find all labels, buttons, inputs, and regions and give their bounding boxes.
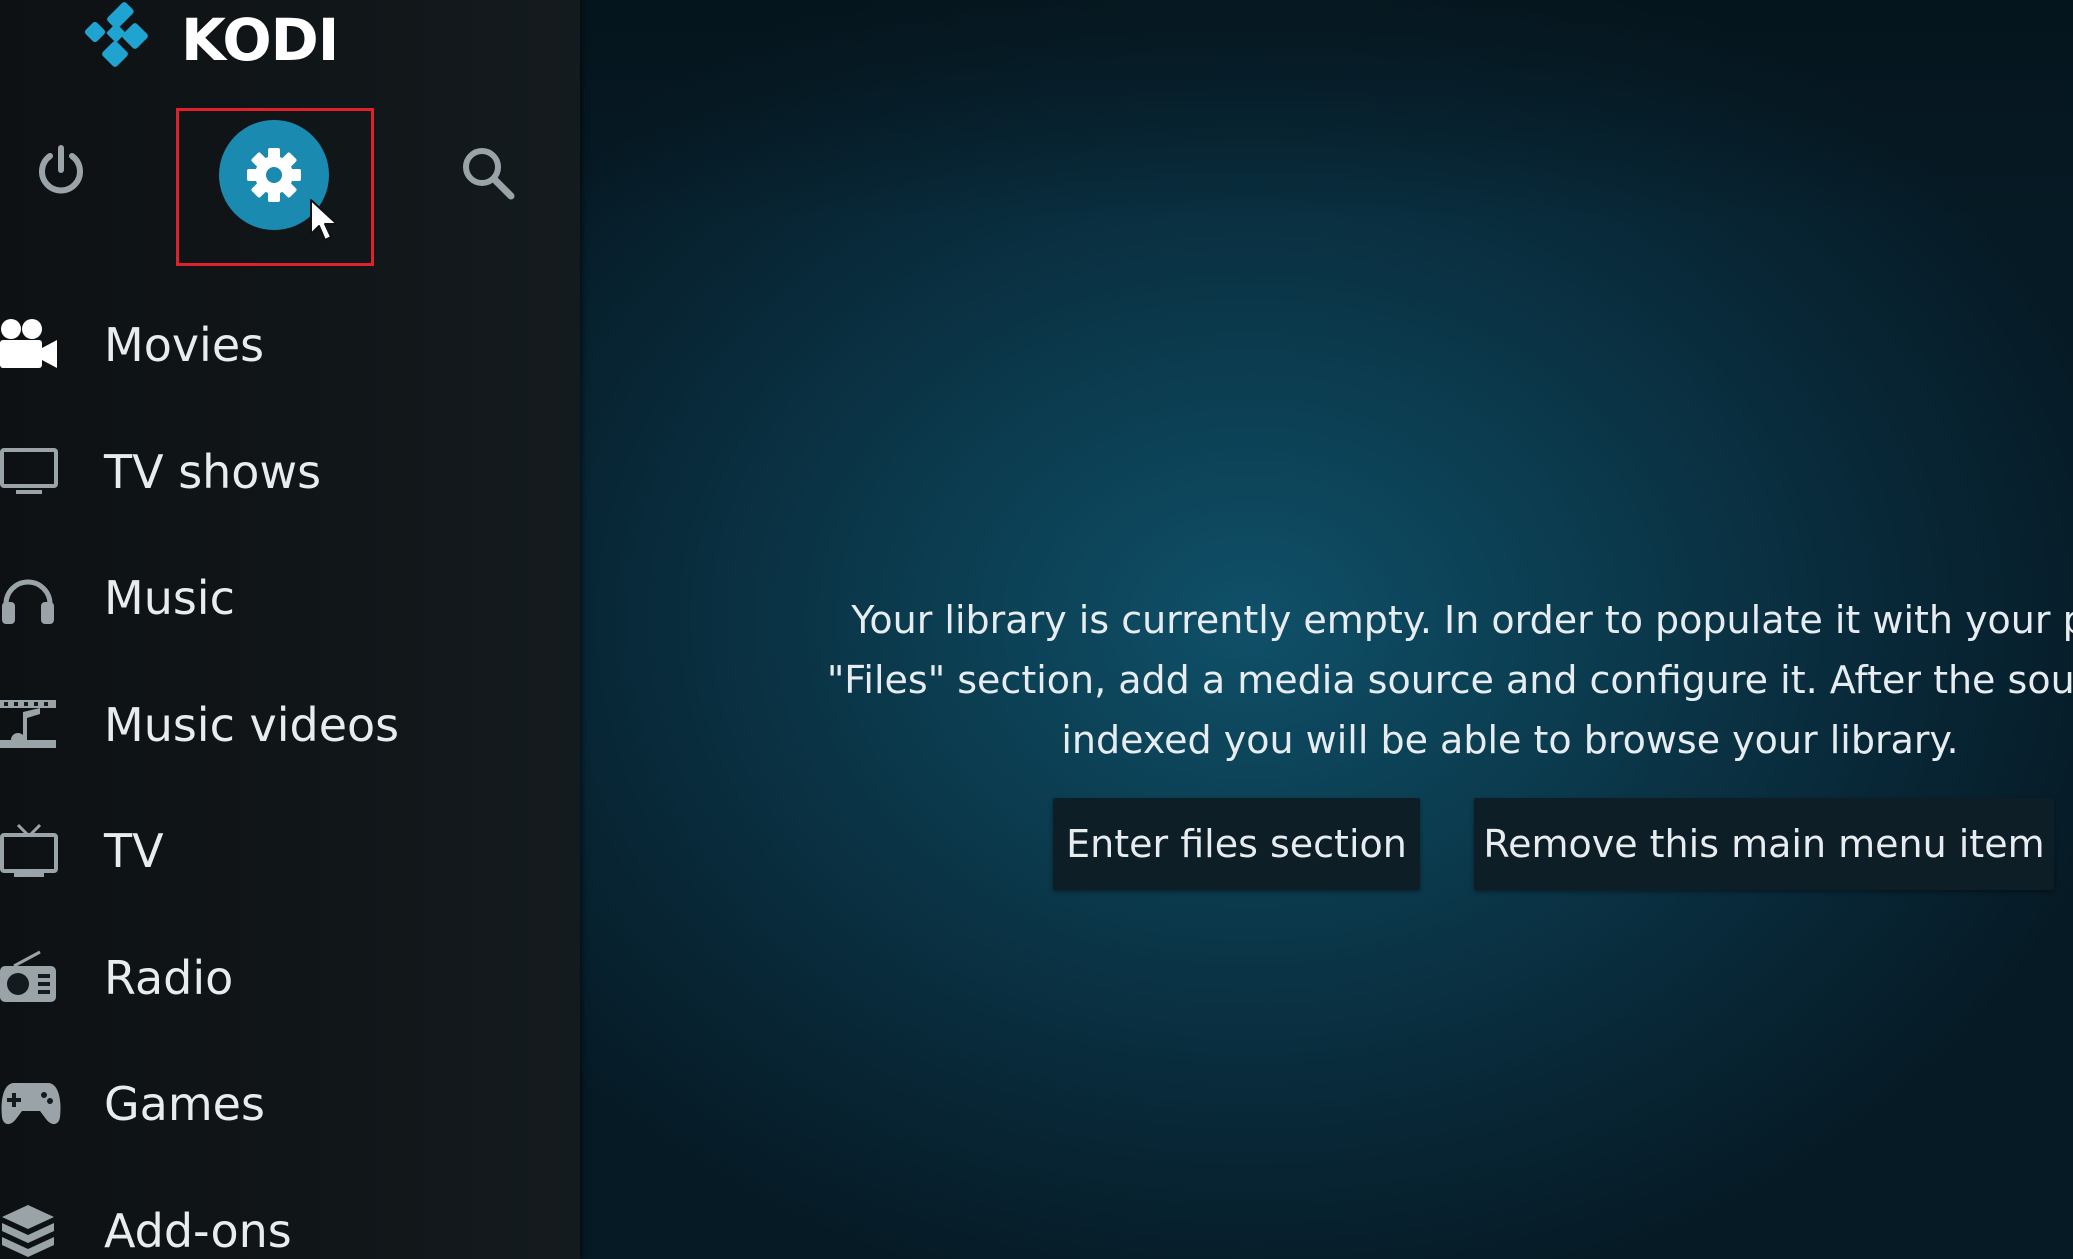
- menu-item-label: Games: [104, 1077, 265, 1132]
- headphones-icon: [0, 566, 64, 630]
- menu-item-label: Add-ons: [104, 1203, 292, 1258]
- menu-item-label: Music videos: [104, 697, 400, 752]
- menu-item-games[interactable]: Games: [0, 1041, 580, 1168]
- menu-item-label: Music: [104, 571, 235, 626]
- kodi-logo: KODI: [83, 0, 339, 78]
- search-icon: [463, 148, 515, 200]
- kodi-home-screen: KODI Movies TV shows Music Music videos …: [0, 0, 2073, 1259]
- sidebar: KODI Movies TV shows Music Music videos …: [0, 0, 580, 1259]
- settings-highlight-box: [176, 108, 374, 266]
- menu-item-tv[interactable]: TV: [0, 788, 580, 915]
- gamepad-icon: [0, 1072, 64, 1136]
- menu-item-tv-shows[interactable]: TV shows: [0, 409, 580, 536]
- menu-item-label: TV: [104, 824, 164, 879]
- radio-icon: [0, 946, 64, 1010]
- kodi-logo-icon: [84, 2, 148, 67]
- addons-box-icon: [0, 1199, 64, 1259]
- tv-monitor-icon: [0, 440, 64, 504]
- menu-item-label: TV shows: [104, 444, 322, 499]
- menu-item-music-videos[interactable]: Music videos: [0, 662, 580, 789]
- menu-item-music[interactable]: Music: [0, 535, 580, 662]
- menu-item-movies[interactable]: Movies: [0, 282, 580, 409]
- main-menu: Movies TV shows Music Music videos TV Ra…: [0, 282, 580, 1259]
- music-video-icon: [0, 693, 64, 757]
- power-icon: [39, 145, 83, 194]
- menu-item-radio[interactable]: Radio: [0, 915, 580, 1042]
- search-button[interactable]: [457, 142, 519, 204]
- mouse-cursor-icon: [309, 198, 343, 248]
- tv-antenna-icon: [0, 819, 64, 883]
- menu-item-label: Radio: [104, 950, 234, 1005]
- movie-camera-icon: [0, 313, 64, 377]
- menu-item-add-ons[interactable]: Add-ons: [0, 1168, 580, 1259]
- power-button[interactable]: [30, 140, 92, 202]
- kodi-wordmark: KODI: [181, 6, 339, 74]
- content-area: [580, 0, 2073, 1259]
- menu-item-label: Movies: [104, 318, 265, 373]
